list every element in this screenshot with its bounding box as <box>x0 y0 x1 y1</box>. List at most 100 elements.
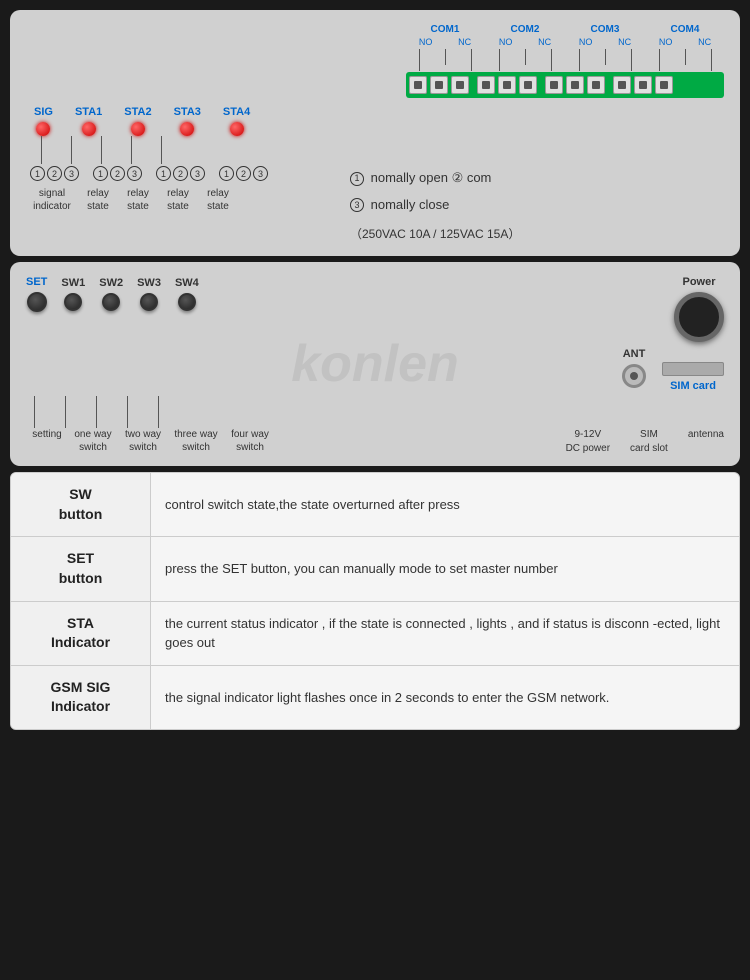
setting-label: setting <box>26 428 68 454</box>
table-row-gsm: GSM SIGIndicator the signal indicator li… <box>11 666 739 729</box>
sta2-label: STA2 <box>124 106 151 118</box>
table-row-sta: STAIndicator the current status indicato… <box>11 602 739 666</box>
sw1-btn-label: SW1 <box>61 277 85 289</box>
mid-btn-lines <box>26 396 724 428</box>
gsm-indicator-cell-left: GSM SIGIndicator <box>11 666 151 729</box>
terminal-pin <box>634 76 652 94</box>
power-button[interactable] <box>674 292 724 342</box>
num3-circle: 3 <box>350 198 364 212</box>
terminal-pin <box>613 76 631 94</box>
dc-power-label: 9-12VDC power <box>566 428 610 456</box>
terminal-pin <box>477 76 495 94</box>
left-info: 1 2 3 1 2 3 1 2 3 <box>26 166 336 246</box>
num1-circle: 1 <box>350 172 364 186</box>
mid-btn-labels: setting one wayswitch two wayswitch thre… <box>26 428 276 454</box>
sig-label: SIG <box>34 106 53 118</box>
mid-panel: konlen SET SW1 SW2 <box>10 262 740 466</box>
gsm-indicator-cell-right: the signal indicator light flashes once … <box>151 666 739 729</box>
sta2-led-item: STA2 <box>124 106 151 136</box>
nomally-open-text: nomally open ② com <box>371 170 492 185</box>
sig-dot <box>36 122 50 136</box>
com4-label: COM4 <box>646 24 724 35</box>
com3-label: COM3 <box>566 24 644 35</box>
twoway-label: two wayswitch <box>118 428 168 454</box>
sw4-btn-item: SW4 <box>175 277 199 311</box>
com1-nc: NC <box>458 37 471 47</box>
led-row: SIG STA1 STA2 STA3 STA4 <box>26 106 724 136</box>
sta1-led-item: STA1 <box>75 106 102 136</box>
sw-button-cell-right: control switch state,the state overturne… <box>151 473 739 536</box>
led-lines <box>26 136 724 164</box>
sw2-btn-item: SW2 <box>99 277 123 311</box>
sim-slot <box>662 362 724 376</box>
relay-state-2-label: relaystate <box>118 187 158 213</box>
relay-info: 1 nomally open ② com 3 nomally close （25… <box>336 166 724 246</box>
sta4-dot <box>230 122 244 136</box>
terminal-pin <box>519 76 537 94</box>
terminal-block-area: COM1 COM2 COM3 COM4 NO NC NO NC <box>406 24 724 98</box>
sw3-btn-label: SW3 <box>137 277 161 289</box>
sta-indicator-cell-right: the current status indicator , if the st… <box>151 602 739 665</box>
sta3-label: STA3 <box>174 106 201 118</box>
sta3-led-item: STA3 <box>174 106 201 136</box>
terminal-pin <box>587 76 605 94</box>
com3-nc: NC <box>618 37 631 47</box>
terminal-pin <box>545 76 563 94</box>
sw3-btn-dot[interactable] <box>140 293 158 311</box>
mid-top-row: SET SW1 SW2 SW3 <box>26 276 724 392</box>
nomally-close-text: nomally close <box>371 197 450 212</box>
sim-card-slot-label: SIMcard slot <box>630 428 668 456</box>
relay-state-1-label: relaystate <box>78 187 118 213</box>
threeway-label: three wayswitch <box>168 428 224 454</box>
sta-indicator-desc: the current status indicator , if the st… <box>165 614 725 653</box>
mid-content: SET SW1 SW2 SW3 <box>26 276 724 456</box>
ant-connector <box>622 364 646 388</box>
relay-info-text: 1 nomally open ② com 3 nomally close （25… <box>350 166 724 246</box>
com2-nc: NC <box>538 37 551 47</box>
sta4-label: STA4 <box>223 106 250 118</box>
terminal-pin <box>409 76 427 94</box>
bottom-table: SWbutton control switch state,the state … <box>10 472 740 730</box>
sta2-dot <box>131 122 145 136</box>
sta4-led-item: STA4 <box>223 106 250 136</box>
relay-group-4: 1 2 3 <box>219 166 268 181</box>
terminal-pin <box>566 76 584 94</box>
main-wrapper: COM1 COM2 COM3 COM4 NO NC NO NC <box>10 10 740 730</box>
ant-section: ANT <box>622 348 646 388</box>
sta1-dot <box>82 122 96 136</box>
sw1-btn-item: SW1 <box>61 277 85 311</box>
power-label: Power <box>682 276 715 288</box>
ant-sim-row: ANT SIM card <box>622 348 724 392</box>
right-controls: Power ANT SIM card <box>622 276 724 392</box>
top-panel-bottom: 1 2 3 1 2 3 1 2 3 <box>26 166 724 246</box>
relay-group-2: 1 2 3 <box>93 166 142 181</box>
com3-no: NO <box>579 37 593 47</box>
sw2-btn-label: SW2 <box>99 277 123 289</box>
sw1-btn-dot[interactable] <box>64 293 82 311</box>
set-btn-label: SET <box>26 276 47 288</box>
gsm-indicator-desc: the signal indicator light flashes once … <box>165 688 609 708</box>
set-button-cell-left: SETbutton <box>11 537 151 600</box>
com2-no: NO <box>499 37 513 47</box>
sw2-btn-dot[interactable] <box>102 293 120 311</box>
com4-no: NO <box>659 37 673 47</box>
set-button-desc: press the SET button, you can manually m… <box>165 559 558 579</box>
sw4-btn-label: SW4 <box>175 277 199 289</box>
ant-label: ANT <box>623 348 646 360</box>
relay-groups: 1 2 3 1 2 3 1 2 3 <box>26 166 336 181</box>
terminal-connector <box>406 72 724 98</box>
vac-info: （250VAC 10A / 125VAC 15A） <box>350 223 724 246</box>
set-btn-dot[interactable] <box>27 292 47 312</box>
relay-state-4-label: relaystate <box>198 187 238 213</box>
signal-indicator-label: signalindicator <box>26 187 78 213</box>
sta-indicator-cell-left: STAIndicator <box>11 602 151 665</box>
sw3-btn-item: SW3 <box>137 277 161 311</box>
sta1-label: STA1 <box>75 106 102 118</box>
com4-nc: NC <box>698 37 711 47</box>
relay-state-3-label: relaystate <box>158 187 198 213</box>
set-button-cell-right: press the SET button, you can manually m… <box>151 537 739 600</box>
terminal-pin <box>430 76 448 94</box>
sw4-btn-dot[interactable] <box>178 293 196 311</box>
ant-inner <box>630 372 638 380</box>
mid-buttons-row: SET SW1 SW2 SW3 <box>26 276 622 312</box>
